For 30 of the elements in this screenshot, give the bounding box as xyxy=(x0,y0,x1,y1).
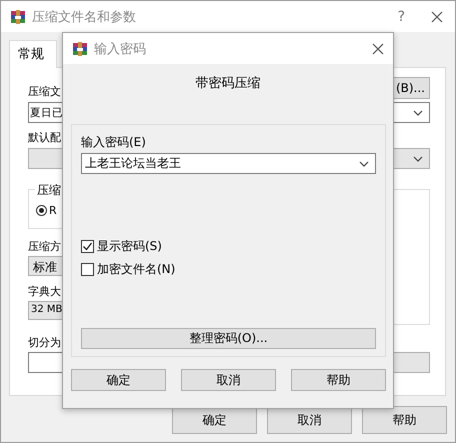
dialog-button[interactable]: 帮助 xyxy=(291,369,386,391)
dialog-button[interactable]: 帮助 xyxy=(362,406,447,434)
checkbox[interactable] xyxy=(81,263,94,276)
field-label: 压缩文 xyxy=(28,84,61,99)
window-title: 输入密码 xyxy=(94,40,146,58)
dialog-button[interactable]: 取消 xyxy=(181,369,276,391)
field-label: 输入密码(E) xyxy=(81,135,146,150)
dialog-button[interactable]: 确定 xyxy=(71,369,166,391)
app-icon xyxy=(10,8,26,24)
window-title: 压缩文件名和参数 xyxy=(32,8,136,26)
help-button[interactable]: ? xyxy=(398,8,405,24)
radio-button[interactable] xyxy=(36,205,47,216)
app-icon xyxy=(72,40,88,56)
checkbox-label: 显示密码(S) xyxy=(97,238,162,255)
field-label: 切分为 xyxy=(28,335,61,350)
radio-label: R xyxy=(49,204,57,217)
close-icon[interactable] xyxy=(372,42,384,54)
tab[interactable]: 常规 xyxy=(9,40,57,68)
checkbox[interactable] xyxy=(81,240,94,253)
field-label: 默认配 xyxy=(28,130,61,145)
dialog-heading: 带密码压缩 xyxy=(196,75,260,92)
close-icon[interactable] xyxy=(431,10,443,22)
field-label: 压缩方 xyxy=(28,239,61,254)
field-label: 字典大 xyxy=(28,284,61,299)
caret-icon[interactable] xyxy=(413,110,423,116)
caret-icon[interactable] xyxy=(359,160,369,166)
checkbox-label: 加密文件名(N) xyxy=(97,261,176,278)
caret-icon[interactable] xyxy=(413,156,423,162)
password-field[interactable]: 上老王论坛当老王 xyxy=(81,153,376,174)
organize-button[interactable]: 整理密码(O)... xyxy=(81,328,376,349)
